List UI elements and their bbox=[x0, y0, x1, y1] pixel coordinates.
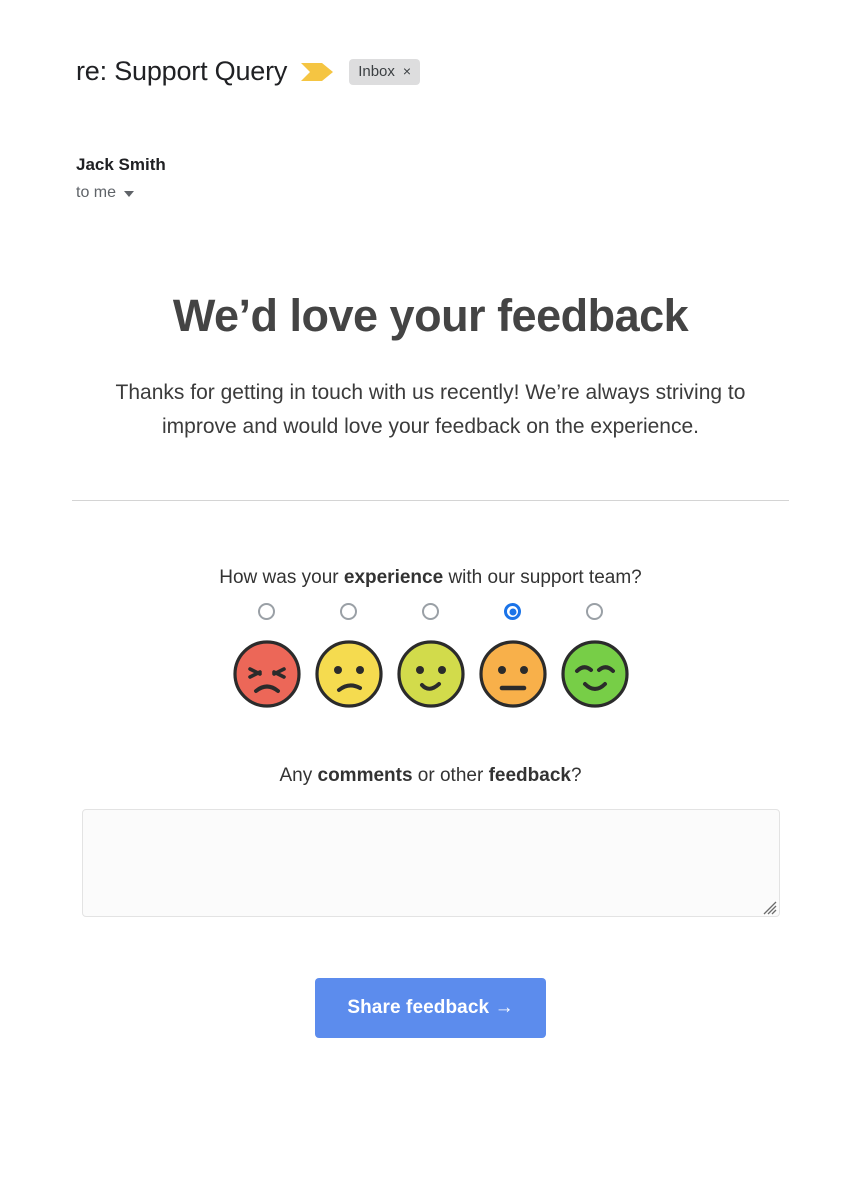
page-title: We’d love your feedback bbox=[172, 290, 689, 341]
comments-section: Any comments or other feedback? bbox=[0, 765, 861, 922]
rating-option-2[interactable] bbox=[314, 603, 384, 709]
rating-option-3[interactable] bbox=[396, 603, 466, 709]
comments-label-middle: or other bbox=[412, 765, 489, 787]
label-chip-text: Inbox bbox=[358, 62, 395, 80]
close-icon[interactable]: × bbox=[403, 64, 411, 78]
share-feedback-button[interactable]: Share feedback → bbox=[315, 978, 546, 1039]
rating-section: How was your experience with our support… bbox=[0, 567, 861, 709]
comments-label-emphasis-1: comments bbox=[317, 765, 413, 787]
angry-face-icon[interactable] bbox=[232, 639, 302, 709]
neutral-face-icon[interactable] bbox=[396, 639, 466, 709]
mail-header: re: Support Query Inbox × bbox=[76, 56, 421, 87]
flat-face-icon[interactable] bbox=[478, 639, 548, 709]
radio-3[interactable] bbox=[422, 603, 439, 621]
yellow-flag-icon[interactable] bbox=[301, 61, 335, 83]
comments-input[interactable] bbox=[81, 809, 780, 918]
submit-section: Share feedback → bbox=[0, 978, 861, 1039]
happy-face-icon[interactable] bbox=[560, 639, 630, 709]
recipient-label: to me bbox=[76, 183, 117, 201]
recipient-row[interactable]: to me bbox=[76, 184, 166, 202]
divider bbox=[72, 500, 789, 502]
sender-block: Jack Smith to me bbox=[76, 153, 166, 202]
email-subject: re: Support Query bbox=[76, 56, 288, 86]
radio-4[interactable] bbox=[504, 603, 521, 621]
question-suffix: with our support team? bbox=[443, 567, 642, 589]
comments-label-prefix: Any bbox=[279, 765, 318, 787]
question-emphasis: experience bbox=[343, 567, 444, 589]
sender-name: Jack Smith bbox=[76, 155, 166, 174]
rating-option-4[interactable] bbox=[478, 603, 548, 709]
chevron-down-icon[interactable] bbox=[124, 190, 135, 197]
email-body: We’d love your feedback Thanks for getti… bbox=[0, 290, 861, 1039]
rating-option-5[interactable] bbox=[560, 603, 630, 709]
radio-1[interactable] bbox=[258, 603, 275, 621]
comments-label-suffix: ? bbox=[570, 765, 582, 787]
question-prefix: How was your bbox=[219, 567, 344, 589]
rating-question: How was your experience with our support… bbox=[0, 567, 861, 589]
rating-option-1[interactable] bbox=[232, 603, 302, 709]
comments-field-wrapper bbox=[81, 809, 780, 922]
label-chip-inbox[interactable]: Inbox × bbox=[349, 58, 421, 85]
comments-label: Any comments or other feedback? bbox=[0, 765, 861, 787]
radio-2[interactable] bbox=[340, 603, 357, 621]
intro-paragraph: Thanks for getting in touch with us rece… bbox=[115, 381, 746, 439]
radio-5[interactable] bbox=[586, 603, 603, 621]
comments-label-emphasis-2: feedback bbox=[488, 765, 571, 787]
rating-options bbox=[0, 603, 861, 709]
sad-face-icon[interactable] bbox=[314, 639, 384, 709]
